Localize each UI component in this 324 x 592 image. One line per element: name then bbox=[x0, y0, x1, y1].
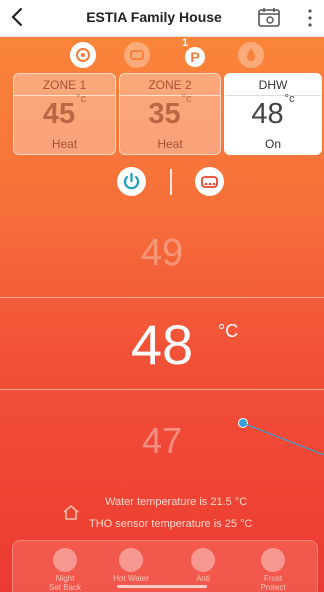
menu-label: Frost Protect bbox=[260, 574, 286, 592]
home-icon bbox=[63, 504, 79, 520]
night-set-back-button[interactable]: Night Set Back bbox=[35, 548, 95, 592]
menu-label: Night Set Back bbox=[48, 574, 81, 592]
menu-label: Anti bbox=[196, 574, 210, 583]
tho-sensor-temperature-text: THO sensor temperature is 25 °C bbox=[89, 518, 253, 530]
app-screen: ESTIA Family House P 1 ZONE 1 45°c Heat … bbox=[0, 0, 324, 592]
anti-bacteria-icon bbox=[191, 548, 215, 572]
moon-icon bbox=[53, 548, 77, 572]
water-temperature-text: Water temperature is 21.5 °C bbox=[105, 496, 248, 508]
frost-protect-button[interactable]: Frost Protect bbox=[243, 548, 303, 592]
menu-label: Hot Water bbox=[113, 574, 149, 583]
home-indicator bbox=[117, 585, 207, 588]
anti-button[interactable]: Anti bbox=[173, 548, 233, 583]
hot-water-button[interactable]: Hot Water bbox=[101, 548, 161, 583]
hot-water-icon bbox=[119, 548, 143, 572]
frost-icon bbox=[261, 548, 285, 572]
